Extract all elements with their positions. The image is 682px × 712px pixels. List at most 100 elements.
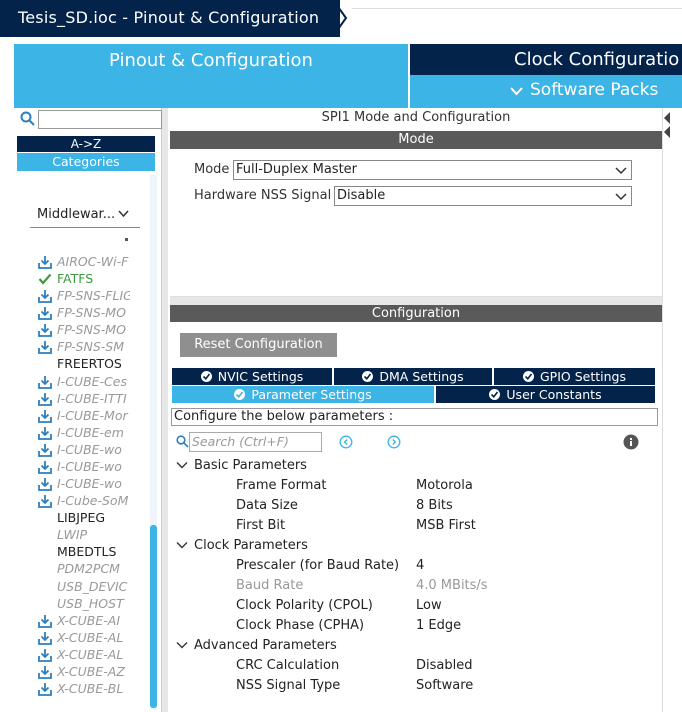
parameter-row[interactable]: Prescaler (for Baud Rate) 4 xyxy=(0,556,660,576)
mode-title: SPI1 Mode and Configuration xyxy=(321,110,511,125)
tab-pinout-configuration[interactable]: Pinout & Configuration xyxy=(14,44,408,108)
sort-az-button[interactable]: A->Z xyxy=(17,136,155,152)
parameter-value[interactable]: Motorola xyxy=(416,478,473,493)
list-item[interactable]: I-CUBE-ITTI xyxy=(38,391,130,408)
check-circle-icon xyxy=(523,371,534,382)
download-icon xyxy=(38,375,52,389)
tab-dma-settings[interactable]: DMA Settings xyxy=(334,368,492,385)
divider-dot xyxy=(125,238,128,241)
categories-button[interactable]: Categories xyxy=(17,153,155,171)
mode-label: Mode xyxy=(194,162,230,177)
chevron-down-icon xyxy=(510,87,523,96)
parameter-value: 4.0 MBits/s xyxy=(416,578,488,593)
parameter-group-label: Advanced Parameters xyxy=(194,638,337,653)
tab-pinout-label: Pinout & Configuration xyxy=(109,50,313,71)
parameter-row[interactable]: Data Size 8 Bits xyxy=(0,496,660,516)
list-item[interactable]: I-CUBE-wo xyxy=(38,459,130,476)
next-result-icon[interactable] xyxy=(387,435,401,449)
parameter-name: Prescaler (for Baud Rate) xyxy=(236,558,400,573)
right-collapse-strip[interactable] xyxy=(662,108,682,712)
download-icon xyxy=(38,392,52,406)
check-circle-icon xyxy=(200,371,212,382)
list-item[interactable]: I-CUBE-wo xyxy=(38,442,130,459)
parameter-row[interactable]: First Bit MSB First xyxy=(0,516,660,536)
check-circle-icon xyxy=(362,371,374,382)
list-item-label: FREERTOS xyxy=(57,356,122,372)
parameter-group[interactable]: Advanced Parameters xyxy=(176,636,656,656)
parameter-name: Frame Format xyxy=(236,478,327,493)
parameter-value[interactable]: 1 Edge xyxy=(416,618,461,633)
check-circle-icon xyxy=(489,389,501,400)
parameter-value[interactable]: Low xyxy=(416,598,442,613)
category-select-value: Middlewar... xyxy=(37,207,116,222)
parameter-value[interactable]: Software xyxy=(416,678,473,693)
parameter-row[interactable]: Frame Format Motorola xyxy=(0,476,660,496)
tab-clock-label: Clock Configuratio xyxy=(514,49,680,70)
parameter-name: Clock Polarity (CPOL) xyxy=(236,598,373,613)
download-icon xyxy=(38,443,52,457)
list-item-label: FP-SNS-FLIG xyxy=(57,288,130,304)
chevron-down-icon xyxy=(176,542,188,549)
search-icon xyxy=(176,435,189,448)
panel-divider xyxy=(170,297,662,305)
breadcrumb-file[interactable]: Tesis_SD.ioc - Pinout & Configuration xyxy=(18,8,319,27)
parameter-search-input[interactable]: Search (Ctrl+F) xyxy=(189,432,322,452)
nss-select[interactable]: Disable xyxy=(334,186,632,206)
check-circle-icon xyxy=(234,389,246,400)
mode-select[interactable]: Full-Duplex Master xyxy=(233,160,632,180)
select-underline xyxy=(30,227,140,228)
list-item[interactable]: FP-SNS-MO xyxy=(38,322,130,339)
parameter-value[interactable]: 4 xyxy=(416,558,424,573)
tab-label: DMA Settings xyxy=(379,369,464,384)
list-item-label: AIROC-Wi-F xyxy=(57,254,129,269)
category-select[interactable]: Middlewar... xyxy=(30,205,136,227)
download-icon xyxy=(38,460,52,474)
parameter-row[interactable]: Baud Rate 4.0 MBits/s xyxy=(0,576,660,596)
tab-user-constants[interactable]: User Constants xyxy=(436,386,655,403)
list-item[interactable]: FP-SNS-SM xyxy=(38,339,130,356)
parameter-value[interactable]: MSB First xyxy=(416,518,476,533)
reset-configuration-button[interactable]: Reset Configuration xyxy=(180,333,337,357)
chevron-down-icon xyxy=(615,193,627,201)
list-item-label: I-CUBE-Mor xyxy=(57,407,128,423)
list-item[interactable]: FP-SNS-MO xyxy=(38,305,130,322)
breadcrumb: Tesis_SD.ioc - Pinout & Configuration xyxy=(0,0,682,40)
download-icon xyxy=(38,426,52,440)
list-item-label: I-CUBE-ITTI xyxy=(57,390,127,406)
list-item[interactable]: FATFS xyxy=(38,271,130,288)
search-icon xyxy=(20,111,35,126)
list-item[interactable]: FP-SNS-FLIG xyxy=(38,288,130,305)
list-item[interactable]: AIROC-Wi-F xyxy=(38,254,130,271)
chevron-down-icon xyxy=(176,462,188,469)
parameter-row[interactable]: NSS Signal Type Software xyxy=(0,676,660,696)
tab-clock-configuration[interactable]: Clock Configuratio xyxy=(410,44,682,75)
parameter-value[interactable]: 8 Bits xyxy=(416,498,453,513)
tab-nvic-settings[interactable]: NVIC Settings xyxy=(172,368,332,385)
parameter-row[interactable]: CRC Calculation Disabled xyxy=(0,656,660,676)
software-packs-menu[interactable]: Software Packs xyxy=(410,75,682,108)
previous-result-icon[interactable] xyxy=(339,435,353,449)
parameter-group-label: Basic Parameters xyxy=(194,458,307,473)
download-icon xyxy=(38,290,52,304)
parameter-value[interactable]: Disabled xyxy=(416,658,472,673)
parameter-name: First Bit xyxy=(236,518,286,533)
tab-parameter-settings[interactable]: Parameter Settings xyxy=(172,386,434,403)
component-search-input[interactable] xyxy=(38,110,162,129)
download-icon xyxy=(38,409,52,423)
list-item[interactable]: I-CUBE-Mor xyxy=(38,408,130,425)
tab-label: Parameter Settings xyxy=(251,387,372,402)
list-item[interactable]: I-CUBE-em xyxy=(38,425,130,442)
info-icon[interactable] xyxy=(623,434,639,450)
parameter-name: NSS Signal Type xyxy=(236,678,341,693)
list-item-label: FP-SNS-SM xyxy=(57,339,125,355)
list-item[interactable]: I-CUBE-Ces xyxy=(38,374,130,391)
parameter-group[interactable]: Clock Parameters xyxy=(176,536,656,556)
download-icon xyxy=(38,307,52,321)
parameter-row[interactable]: Clock Phase (CPHA) 1 Edge xyxy=(0,616,660,636)
parameter-group[interactable]: Basic Parameters xyxy=(176,456,656,476)
parameter-row[interactable]: Clock Polarity (CPOL) Low xyxy=(0,596,660,616)
tab-gpio-settings[interactable]: GPIO Settings xyxy=(494,368,655,385)
mode-section-header: Mode xyxy=(170,131,662,149)
collapse-arrows-icon xyxy=(664,112,670,138)
list-item[interactable]: FREERTOS xyxy=(38,356,130,373)
